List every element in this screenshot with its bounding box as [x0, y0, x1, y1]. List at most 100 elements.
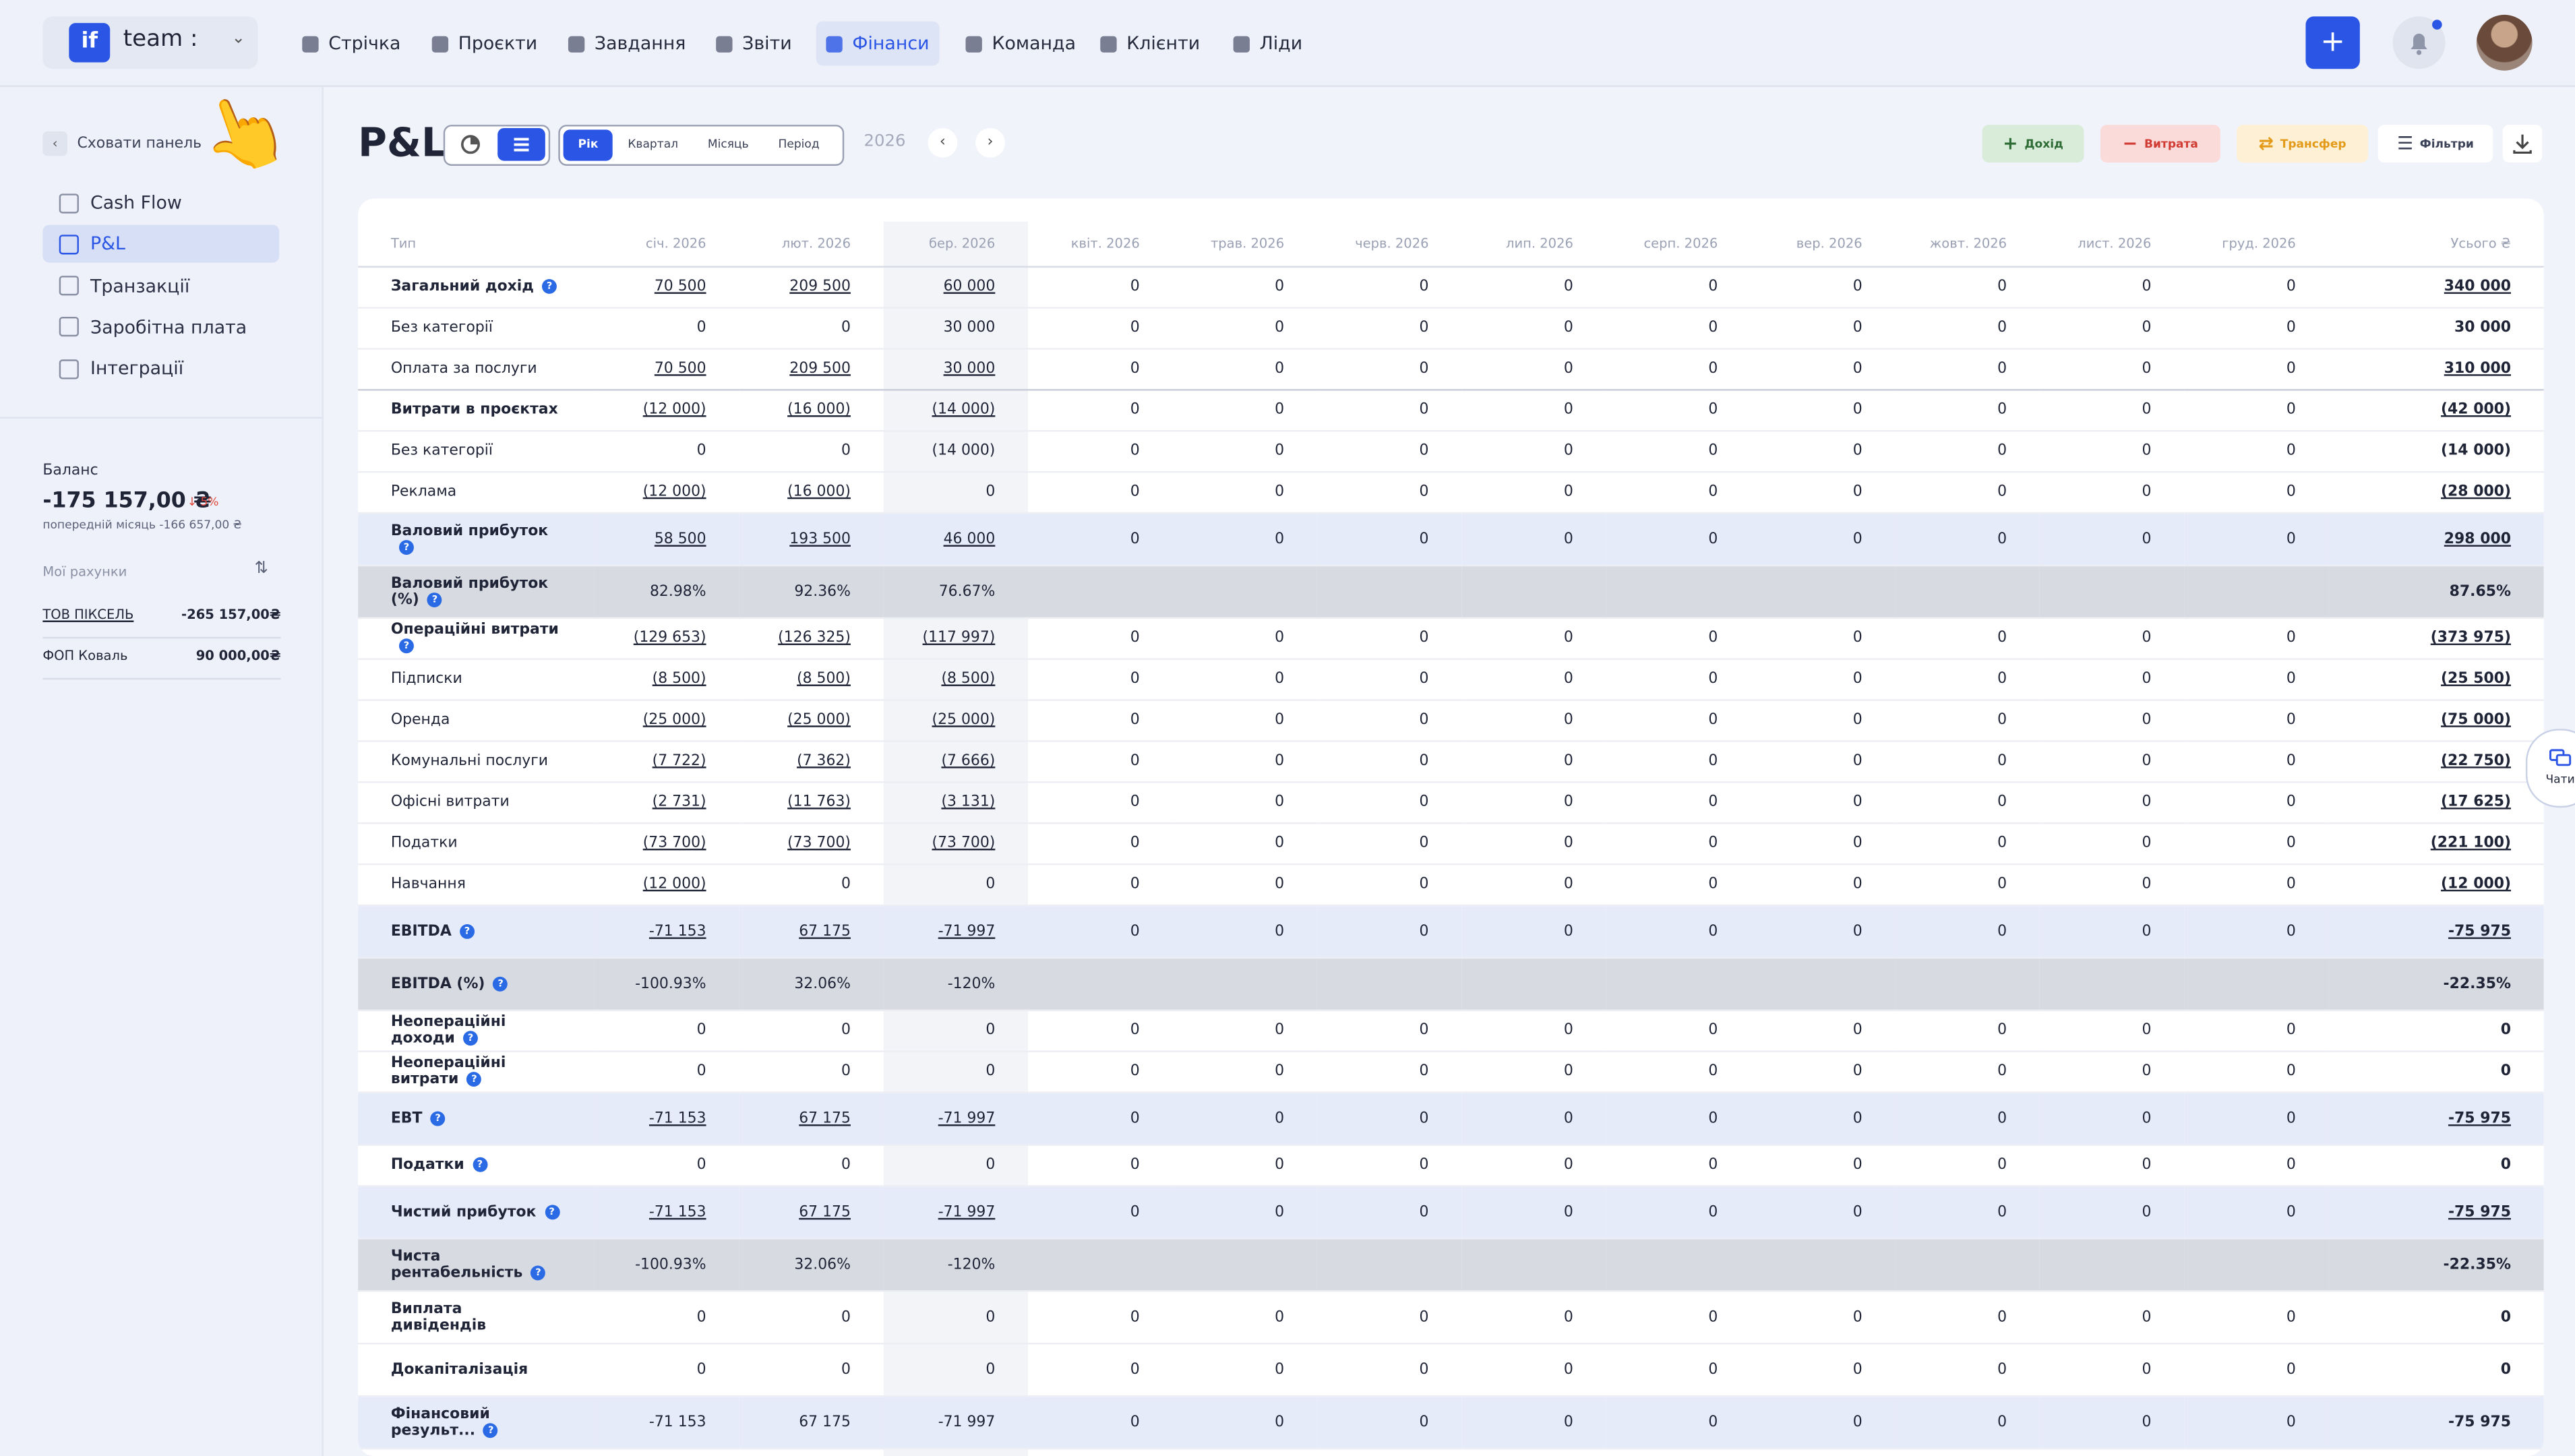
cell-link[interactable]: (8 500) — [653, 671, 706, 688]
cell-link[interactable]: (8 500) — [797, 671, 851, 688]
filters-button[interactable]: ☰ Фільтри — [2377, 125, 2493, 163]
total-link[interactable]: (28 000) — [2441, 484, 2511, 500]
help-icon[interactable]: ? — [459, 923, 475, 938]
cell-link[interactable]: (8 500) — [941, 671, 995, 688]
cell-link[interactable]: (16 000) — [787, 484, 851, 500]
help-icon[interactable]: ? — [472, 1157, 487, 1172]
total-link[interactable]: (12 000) — [2441, 876, 2511, 892]
total-link[interactable]: (221 100) — [2431, 836, 2511, 852]
cell-link[interactable]: (25 000) — [643, 712, 706, 729]
help-icon[interactable]: ? — [493, 975, 508, 991]
next-year-button[interactable]: › — [975, 127, 1005, 158]
chats-button[interactable]: Чати — [2525, 729, 2575, 808]
total-link[interactable]: (42 000) — [2441, 402, 2511, 419]
total-link[interactable]: (25 500) — [2441, 671, 2511, 688]
total-link[interactable]: (373 975) — [2431, 630, 2511, 646]
cell-link[interactable]: (3 131) — [941, 795, 995, 811]
nav-user[interactable]: Команда — [956, 22, 1086, 66]
cell-link[interactable]: -71 997 — [938, 923, 996, 940]
help-icon[interactable]: ? — [531, 1265, 546, 1280]
workspace-switcher[interactable]: if team : ⌄ — [42, 16, 258, 69]
cell-link[interactable]: (7 722) — [653, 754, 706, 770]
help-icon[interactable]: ? — [466, 1072, 482, 1087]
cell-link[interactable]: (12 000) — [643, 484, 706, 500]
nav-file[interactable]: Проєкти — [422, 22, 547, 66]
help-icon[interactable]: ? — [463, 1031, 478, 1046]
cell-link[interactable]: -71 153 — [649, 1110, 706, 1126]
cell-link[interactable]: (25 000) — [932, 712, 996, 729]
total-link[interactable]: (22 750) — [2441, 754, 2511, 770]
cell-link[interactable]: (11 763) — [787, 795, 851, 811]
cell-link[interactable]: 70 500 — [655, 361, 706, 377]
cell-link[interactable]: (16 000) — [787, 402, 851, 419]
transfer-button[interactable]: ⇄ Трансфер — [2237, 125, 2369, 163]
nav-link[interactable]: Ліди — [1223, 22, 1312, 66]
period-custom[interactable]: Період — [764, 129, 835, 160]
period-year[interactable]: Рік — [563, 129, 613, 161]
cell-link[interactable]: 67 175 — [799, 1110, 851, 1126]
cell-link[interactable]: -71 997 — [938, 1110, 996, 1126]
cell-link[interactable]: 67 175 — [799, 923, 851, 940]
cell-link[interactable]: 193 500 — [789, 531, 851, 547]
nav-users[interactable]: Клієнти — [1091, 22, 1210, 66]
nav-home[interactable]: Стрічка — [293, 22, 411, 66]
help-icon[interactable]: ? — [399, 539, 414, 554]
total-link[interactable]: (75 000) — [2441, 712, 2511, 729]
table-view-button[interactable] — [497, 127, 545, 161]
total-link[interactable]: (17 625) — [2441, 795, 2511, 811]
total-link[interactable]: -75 975 — [2448, 1204, 2511, 1220]
sidebar-item-sync[interactable]: Інтеграції — [42, 350, 279, 388]
total-link[interactable]: -75 975 — [2448, 1110, 2511, 1126]
pie-chart-icon[interactable] — [458, 133, 483, 156]
help-icon[interactable]: ? — [483, 1422, 499, 1437]
cell-link[interactable]: (12 000) — [643, 876, 706, 892]
add-income-button[interactable]: + Дохід — [1982, 125, 2084, 163]
prev-year-button[interactable]: ‹ — [928, 127, 958, 158]
cell-link[interactable]: (25 000) — [787, 712, 851, 729]
collapse-panel-button[interactable]: ‹ Сховати панель — [42, 131, 202, 156]
help-icon[interactable]: ? — [399, 638, 414, 654]
cell-link[interactable]: (7 666) — [941, 754, 995, 770]
cell-link[interactable]: (126 325) — [778, 630, 851, 646]
cell-link[interactable]: 60 000 — [944, 279, 996, 295]
cell-link[interactable]: 67 175 — [799, 1204, 851, 1220]
nav-check-circle[interactable]: Завдання — [558, 22, 696, 66]
cell-link[interactable]: (73 700) — [787, 836, 851, 852]
cell-link[interactable]: -71 997 — [938, 1204, 996, 1220]
nav-report[interactable]: Звіти — [706, 22, 802, 66]
account-row[interactable]: ТОВ ПІКСЕЛЬ -265 157,00₴ — [42, 597, 281, 639]
help-icon[interactable]: ? — [542, 278, 557, 294]
help-icon[interactable]: ? — [544, 1204, 559, 1219]
cell-link[interactable]: 70 500 — [655, 279, 706, 295]
cell-link[interactable]: (73 700) — [932, 836, 996, 852]
help-icon[interactable]: ? — [427, 591, 442, 607]
total-link[interactable]: -75 975 — [2448, 923, 2511, 940]
sidebar-item-calendar[interactable]: P&L — [42, 225, 280, 264]
cell-link[interactable]: 46 000 — [944, 531, 996, 547]
cell-link[interactable]: (73 700) — [643, 836, 706, 852]
cell-link[interactable]: 30 000 — [944, 361, 996, 377]
cell-link[interactable]: 209 500 — [789, 279, 851, 295]
total-link[interactable]: 298 000 — [2444, 531, 2511, 547]
sidebar-item-bar-chart[interactable]: Cash Flow — [42, 184, 279, 222]
cell-link[interactable]: (12 000) — [643, 402, 706, 419]
download-button[interactable] — [2502, 125, 2543, 163]
cell-link[interactable]: (14 000) — [932, 402, 996, 419]
period-month[interactable]: Місяць — [693, 129, 764, 160]
cell-link[interactable]: (117 997) — [923, 630, 996, 646]
nav-wallet[interactable]: Фінанси — [816, 21, 940, 66]
cell-link[interactable]: 58 500 — [655, 531, 706, 547]
account-row[interactable]: ФОП Коваль 90 000,00₴ — [42, 638, 281, 680]
cell-link[interactable]: (2 731) — [653, 795, 706, 811]
total-link[interactable]: 310 000 — [2444, 361, 2511, 377]
cell-link[interactable]: (129 653) — [634, 630, 706, 646]
sidebar-item-card[interactable]: Транзакції — [42, 267, 279, 305]
total-link[interactable]: 340 000 — [2444, 279, 2511, 295]
create-button[interactable]: + — [2305, 16, 2360, 69]
user-avatar[interactable] — [2476, 14, 2533, 71]
cell-link[interactable]: -71 153 — [649, 1204, 706, 1220]
cell-link[interactable]: -71 153 — [649, 923, 706, 940]
cell-link[interactable]: 209 500 — [789, 361, 851, 377]
period-quarter[interactable]: Квартал — [613, 129, 693, 160]
add-expense-button[interactable]: − Витрата — [2100, 125, 2220, 163]
